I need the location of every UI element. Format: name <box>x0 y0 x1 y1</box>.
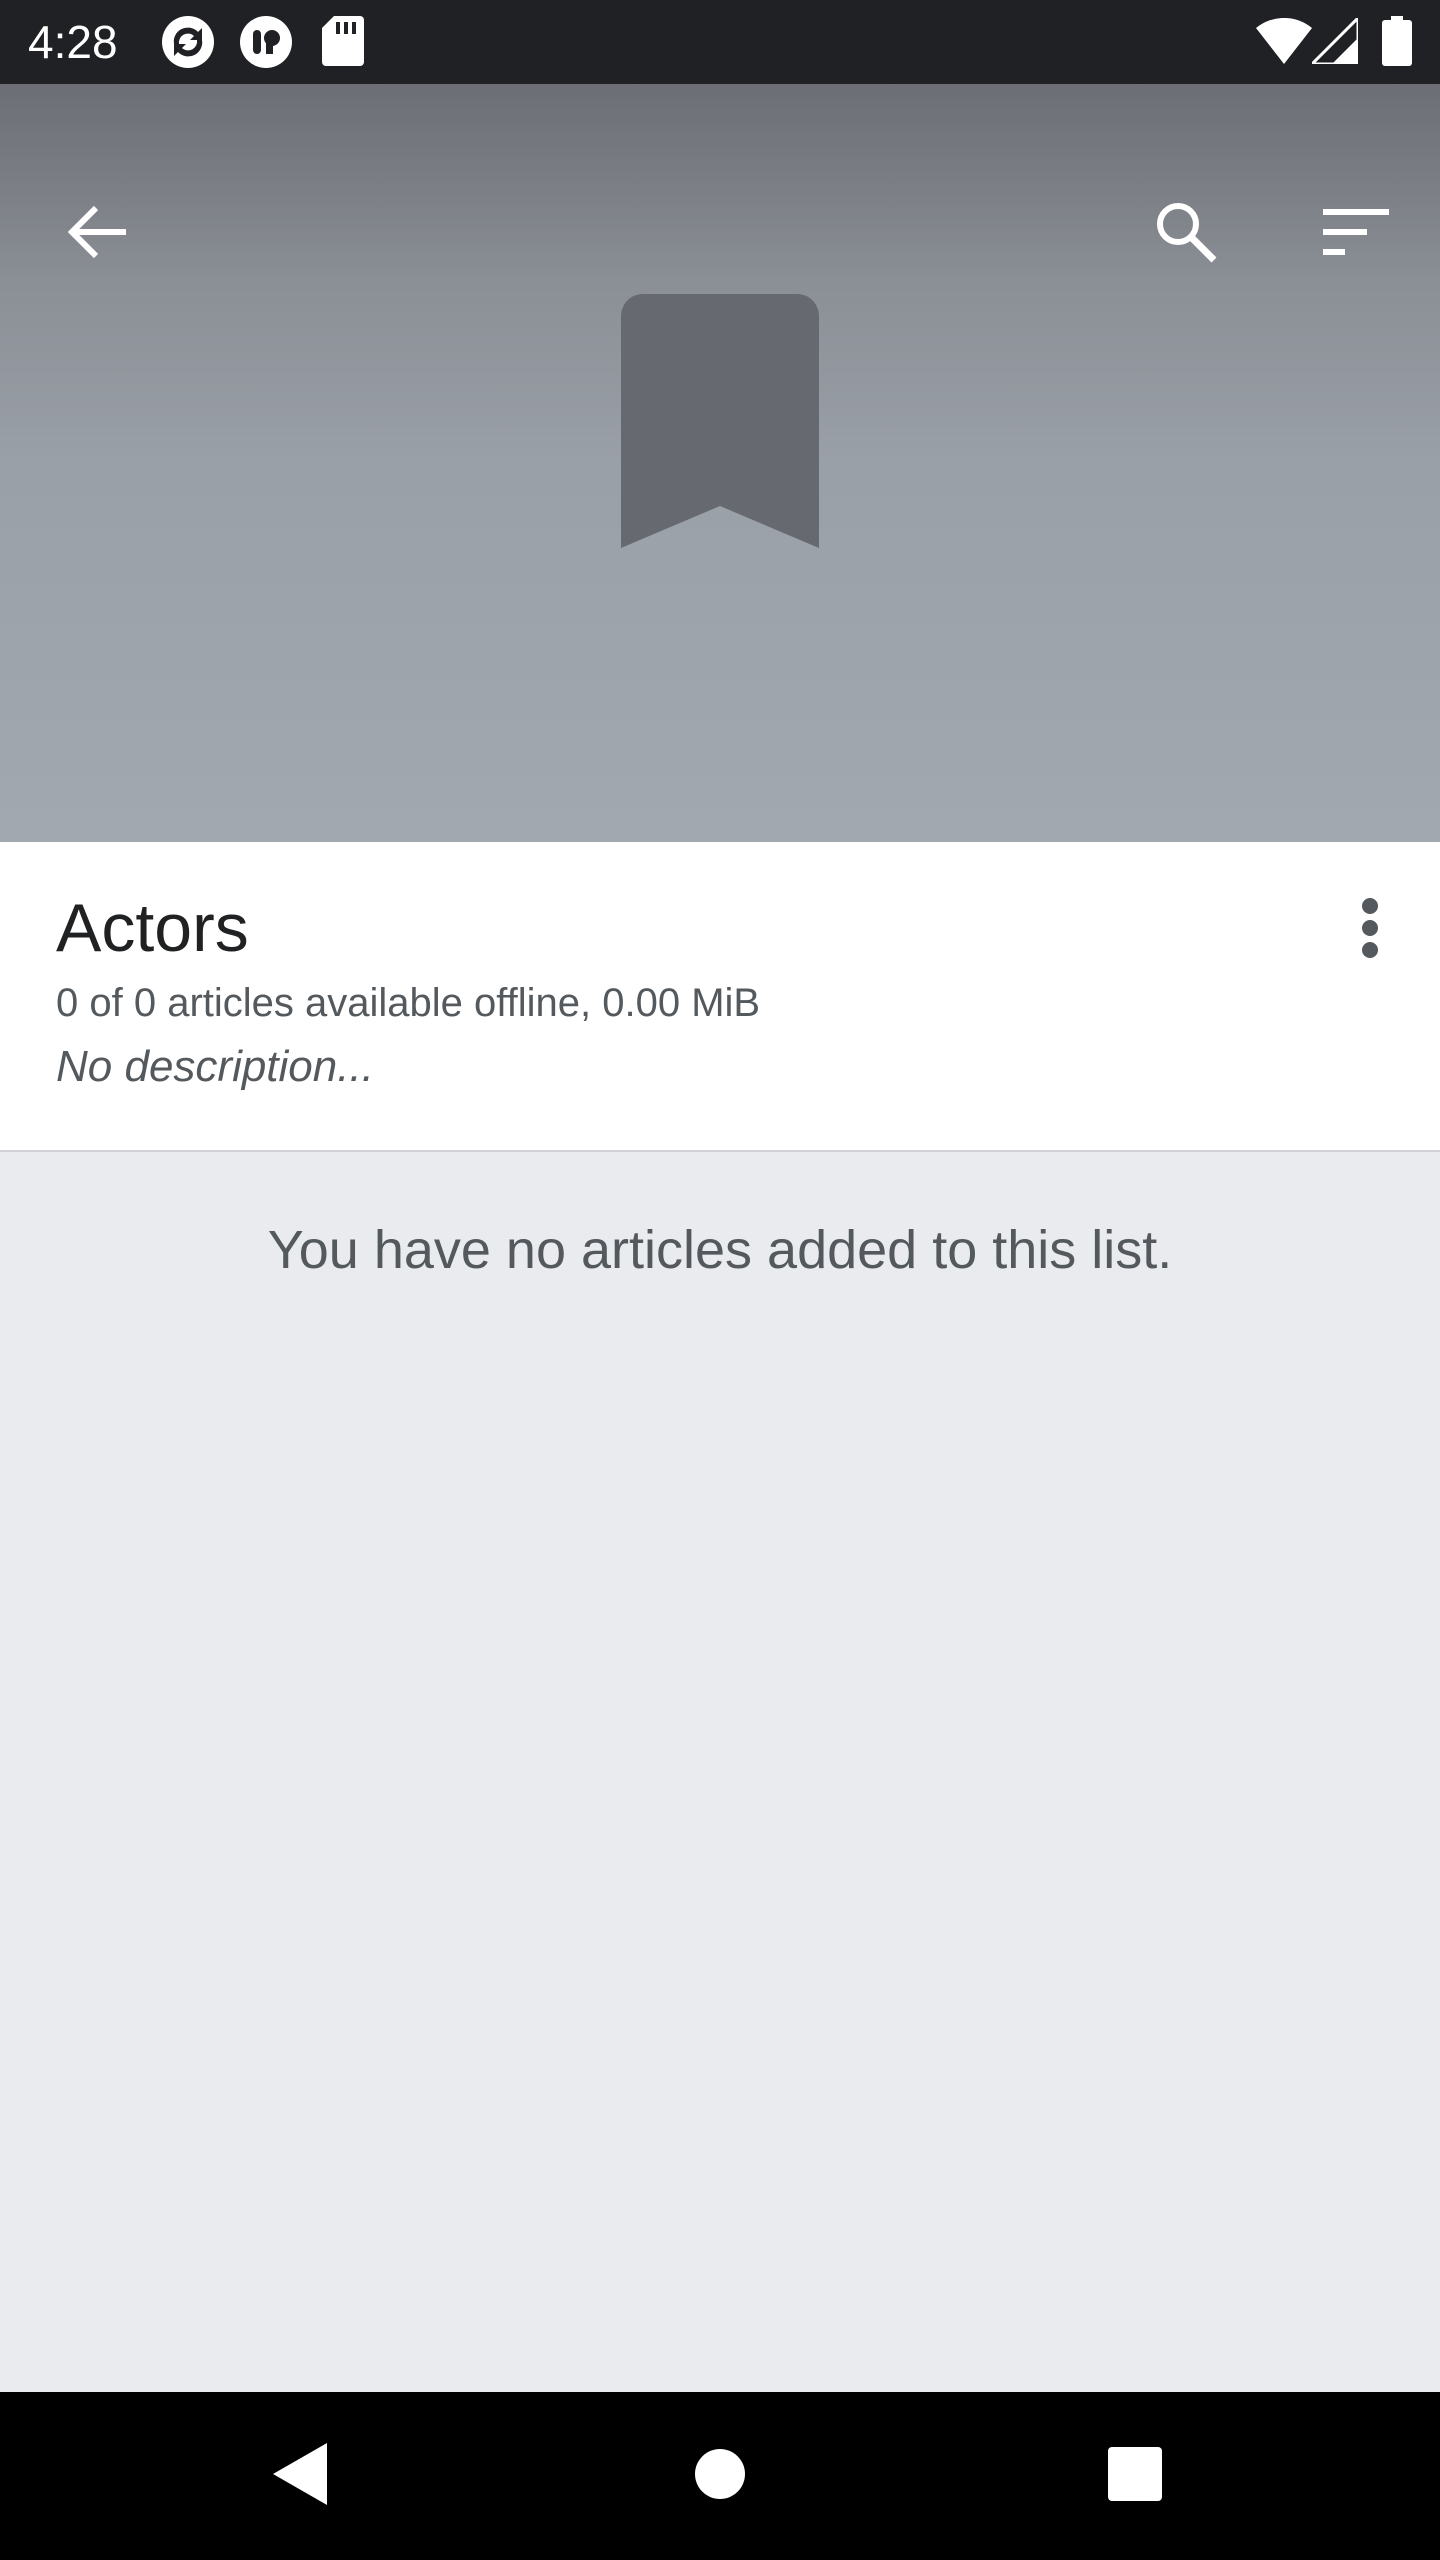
system-nav-bar <box>0 2392 1440 2560</box>
search-button[interactable] <box>1136 182 1236 282</box>
sync-app-icon <box>160 14 216 70</box>
list-offline-stats: 0 of 0 articles available offline, 0.00 … <box>56 981 761 1025</box>
bookmark-icon <box>621 294 819 553</box>
wifi-icon <box>1256 18 1312 64</box>
battery-icon <box>1382 16 1412 66</box>
list-title[interactable]: Actors <box>56 888 249 968</box>
empty-list-message: You have no articles added to this list. <box>267 1220 1173 1280</box>
nav-recents-icon <box>1108 2446 1162 2506</box>
status-time: 4:28 <box>28 16 118 68</box>
nav-home-button[interactable] <box>670 2426 770 2526</box>
list-header-image <box>0 84 1440 842</box>
list-info-card: Actors 0 of 0 articles available offline… <box>0 842 1440 1152</box>
sort-icon <box>1323 209 1389 255</box>
sort-button[interactable] <box>1306 182 1406 282</box>
back-button[interactable] <box>48 182 148 282</box>
nav-home-icon <box>694 2448 746 2505</box>
status-bar: 4:28 <box>0 0 1440 84</box>
arrow-left-icon <box>68 204 128 260</box>
podcast-app-icon <box>238 14 294 70</box>
sd-card-icon <box>322 14 364 66</box>
cell-signal-icon <box>1312 18 1358 64</box>
nav-back-button[interactable] <box>250 2426 350 2526</box>
more-vert-icon <box>1360 897 1380 963</box>
screen: 4:28 Actors 0 of 0 articles available of… <box>0 0 1440 2560</box>
list-description[interactable]: No description... <box>56 1040 374 1094</box>
search-icon <box>1154 200 1218 264</box>
nav-back-icon <box>273 2442 327 2510</box>
overflow-menu-button[interactable] <box>1320 880 1420 980</box>
nav-recents-button[interactable] <box>1085 2426 1185 2526</box>
